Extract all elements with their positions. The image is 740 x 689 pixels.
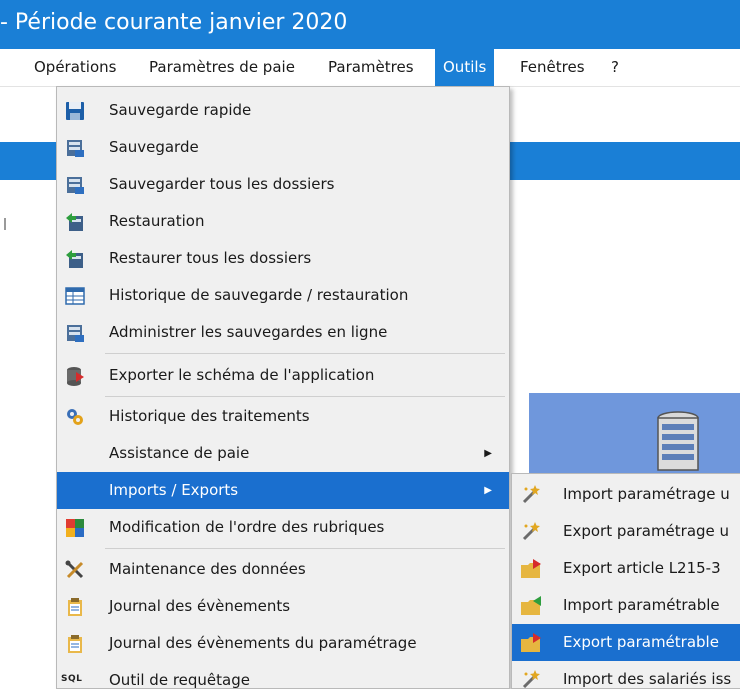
- menu-item-restaurer-tous[interactable]: Restaurer tous les dossiers: [57, 240, 509, 277]
- menu-item-label: Modification de l'ordre des rubriques: [109, 518, 385, 536]
- menu-item-label: Outil de requêtage: [109, 671, 250, 689]
- outils-menu: Sauvegarde rapide Sauvegarde Sauvegarder…: [56, 86, 510, 689]
- submenu-item-label: Export paramétrable: [563, 633, 719, 651]
- menu-item-label: Maintenance des données: [109, 560, 306, 578]
- menu-fenetres[interactable]: Fenêtres: [512, 49, 593, 86]
- export-schema-icon: [67, 367, 84, 386]
- menu-item-journal-evenements[interactable]: Journal des évènements: [57, 588, 509, 625]
- submenu-item-export-parametrage[interactable]: Export paramétrage u: [512, 513, 740, 550]
- submenu-item-import-parametrage[interactable]: Import paramétrage u: [512, 476, 740, 513]
- menu-item-sauvegarde[interactable]: Sauvegarde: [57, 129, 509, 166]
- sql-icon: SQL: [61, 674, 83, 684]
- background-panel: [529, 393, 740, 473]
- submenu-item-label: Import paramétrage u: [563, 485, 730, 503]
- submenu-item-import-parametrable[interactable]: Import paramétrable: [512, 587, 740, 624]
- submenu-item-export-article[interactable]: Export article L215-3: [512, 550, 740, 587]
- menu-item-administrer-sauvegardes[interactable]: Administrer les sauvegardes en ligne: [57, 314, 509, 351]
- menu-item-assistance-de-paie[interactable]: Assistance de paie ▶: [57, 435, 509, 472]
- menu-item-historique-sauvegarde[interactable]: Historique de sauvegarde / restauration: [57, 277, 509, 314]
- menu-item-label: Administrer les sauvegardes en ligne: [109, 323, 388, 341]
- menu-item-imports-exports[interactable]: Imports / Exports ▶: [57, 472, 509, 509]
- menu-parametres[interactable]: Paramètres: [320, 49, 422, 86]
- menu-item-label: Sauvegarder tous les dossiers: [109, 175, 335, 193]
- tools-icon: [65, 560, 84, 579]
- menu-item-label: Restaurer tous les dossiers: [109, 249, 312, 267]
- wand-icon: [522, 670, 540, 688]
- submenu-item-import-salaries[interactable]: Import des salariés iss: [512, 661, 740, 688]
- menu-item-label: Sauvegarde: [109, 138, 199, 156]
- menu-separator: [105, 353, 505, 354]
- online-backup-icon: [67, 325, 84, 342]
- restore-all-icon: [66, 250, 83, 268]
- folder-export-icon: [521, 633, 541, 652]
- window-title: - Période courante janvier 2020: [0, 10, 348, 35]
- gears-icon: [67, 409, 83, 425]
- menu-item-modification-ordre-rubriques[interactable]: Modification de l'ordre des rubriques: [57, 509, 509, 546]
- imports-exports-submenu: Import paramétrage u Export paramétrage …: [511, 473, 740, 689]
- color-grid-icon: [66, 519, 84, 537]
- menu-item-label: Journal des évènements du paramétrage: [109, 634, 417, 652]
- menu-item-maintenance-donnees[interactable]: Maintenance des données: [57, 551, 509, 588]
- submenu-item-label: Import paramétrable: [563, 596, 720, 614]
- menu-item-journal-evenements-parametrage[interactable]: Journal des évènements du paramétrage: [57, 625, 509, 662]
- menu-item-label: Historique des traitements: [109, 407, 310, 425]
- backup-icon: [67, 140, 84, 157]
- submenu-item-label: Import des salariés iss: [563, 670, 732, 688]
- folder-import-icon: [521, 596, 541, 615]
- menu-item-label: Imports / Exports: [109, 481, 239, 499]
- menu-item-label: Assistance de paie: [109, 444, 250, 462]
- database-icon: [657, 411, 699, 471]
- title-bar: - Période courante janvier 2020: [0, 0, 740, 49]
- menu-separator: [105, 548, 505, 549]
- menu-separator: [105, 396, 505, 397]
- menu-item-sauvegarde-rapide[interactable]: Sauvegarde rapide: [57, 92, 509, 129]
- history-table-icon: [65, 287, 85, 305]
- menu-bar: Opérations Paramètres de paie Paramètres…: [0, 49, 740, 87]
- wand-icon: [522, 522, 540, 541]
- backup-all-icon: [67, 177, 84, 194]
- menu-operations[interactable]: Opérations: [26, 49, 124, 86]
- submenu-item-label: Export paramétrage u: [563, 522, 730, 540]
- wand-icon: [522, 485, 540, 504]
- menu-help[interactable]: ?: [603, 49, 627, 86]
- menu-item-label: Historique de sauvegarde / restauration: [109, 286, 409, 304]
- background-edge-mark: [4, 218, 6, 230]
- menu-parametres-de-paie[interactable]: Paramètres de paie: [141, 49, 303, 86]
- floppy-disk-icon: [66, 102, 84, 120]
- journal-icon: [68, 635, 82, 653]
- menu-outils[interactable]: Outils: [435, 49, 495, 86]
- menu-item-restauration[interactable]: Restauration: [57, 203, 509, 240]
- menu-item-label: Exporter le schéma de l'application: [109, 366, 375, 384]
- submenu-item-export-parametrable[interactable]: Export paramétrable: [512, 624, 740, 661]
- folder-export-icon: [521, 559, 541, 578]
- menu-item-exporter-schema[interactable]: Exporter le schéma de l'application: [57, 357, 509, 394]
- restore-icon: [66, 213, 83, 231]
- menu-item-label: Restauration: [109, 212, 205, 230]
- menu-item-label: Journal des évènements: [109, 597, 291, 615]
- menu-item-historique-traitements[interactable]: Historique des traitements: [57, 398, 509, 435]
- submenu-arrow-icon: ▶: [484, 485, 492, 496]
- submenu-arrow-icon: ▶: [484, 448, 492, 459]
- journal-icon: [68, 598, 82, 616]
- menu-item-outil-requetage[interactable]: SQL Outil de requêtage: [57, 662, 509, 689]
- submenu-item-label: Export article L215-3: [563, 559, 721, 577]
- menu-item-label: Sauvegarde rapide: [109, 101, 252, 119]
- menu-item-sauvegarder-tous[interactable]: Sauvegarder tous les dossiers: [57, 166, 509, 203]
